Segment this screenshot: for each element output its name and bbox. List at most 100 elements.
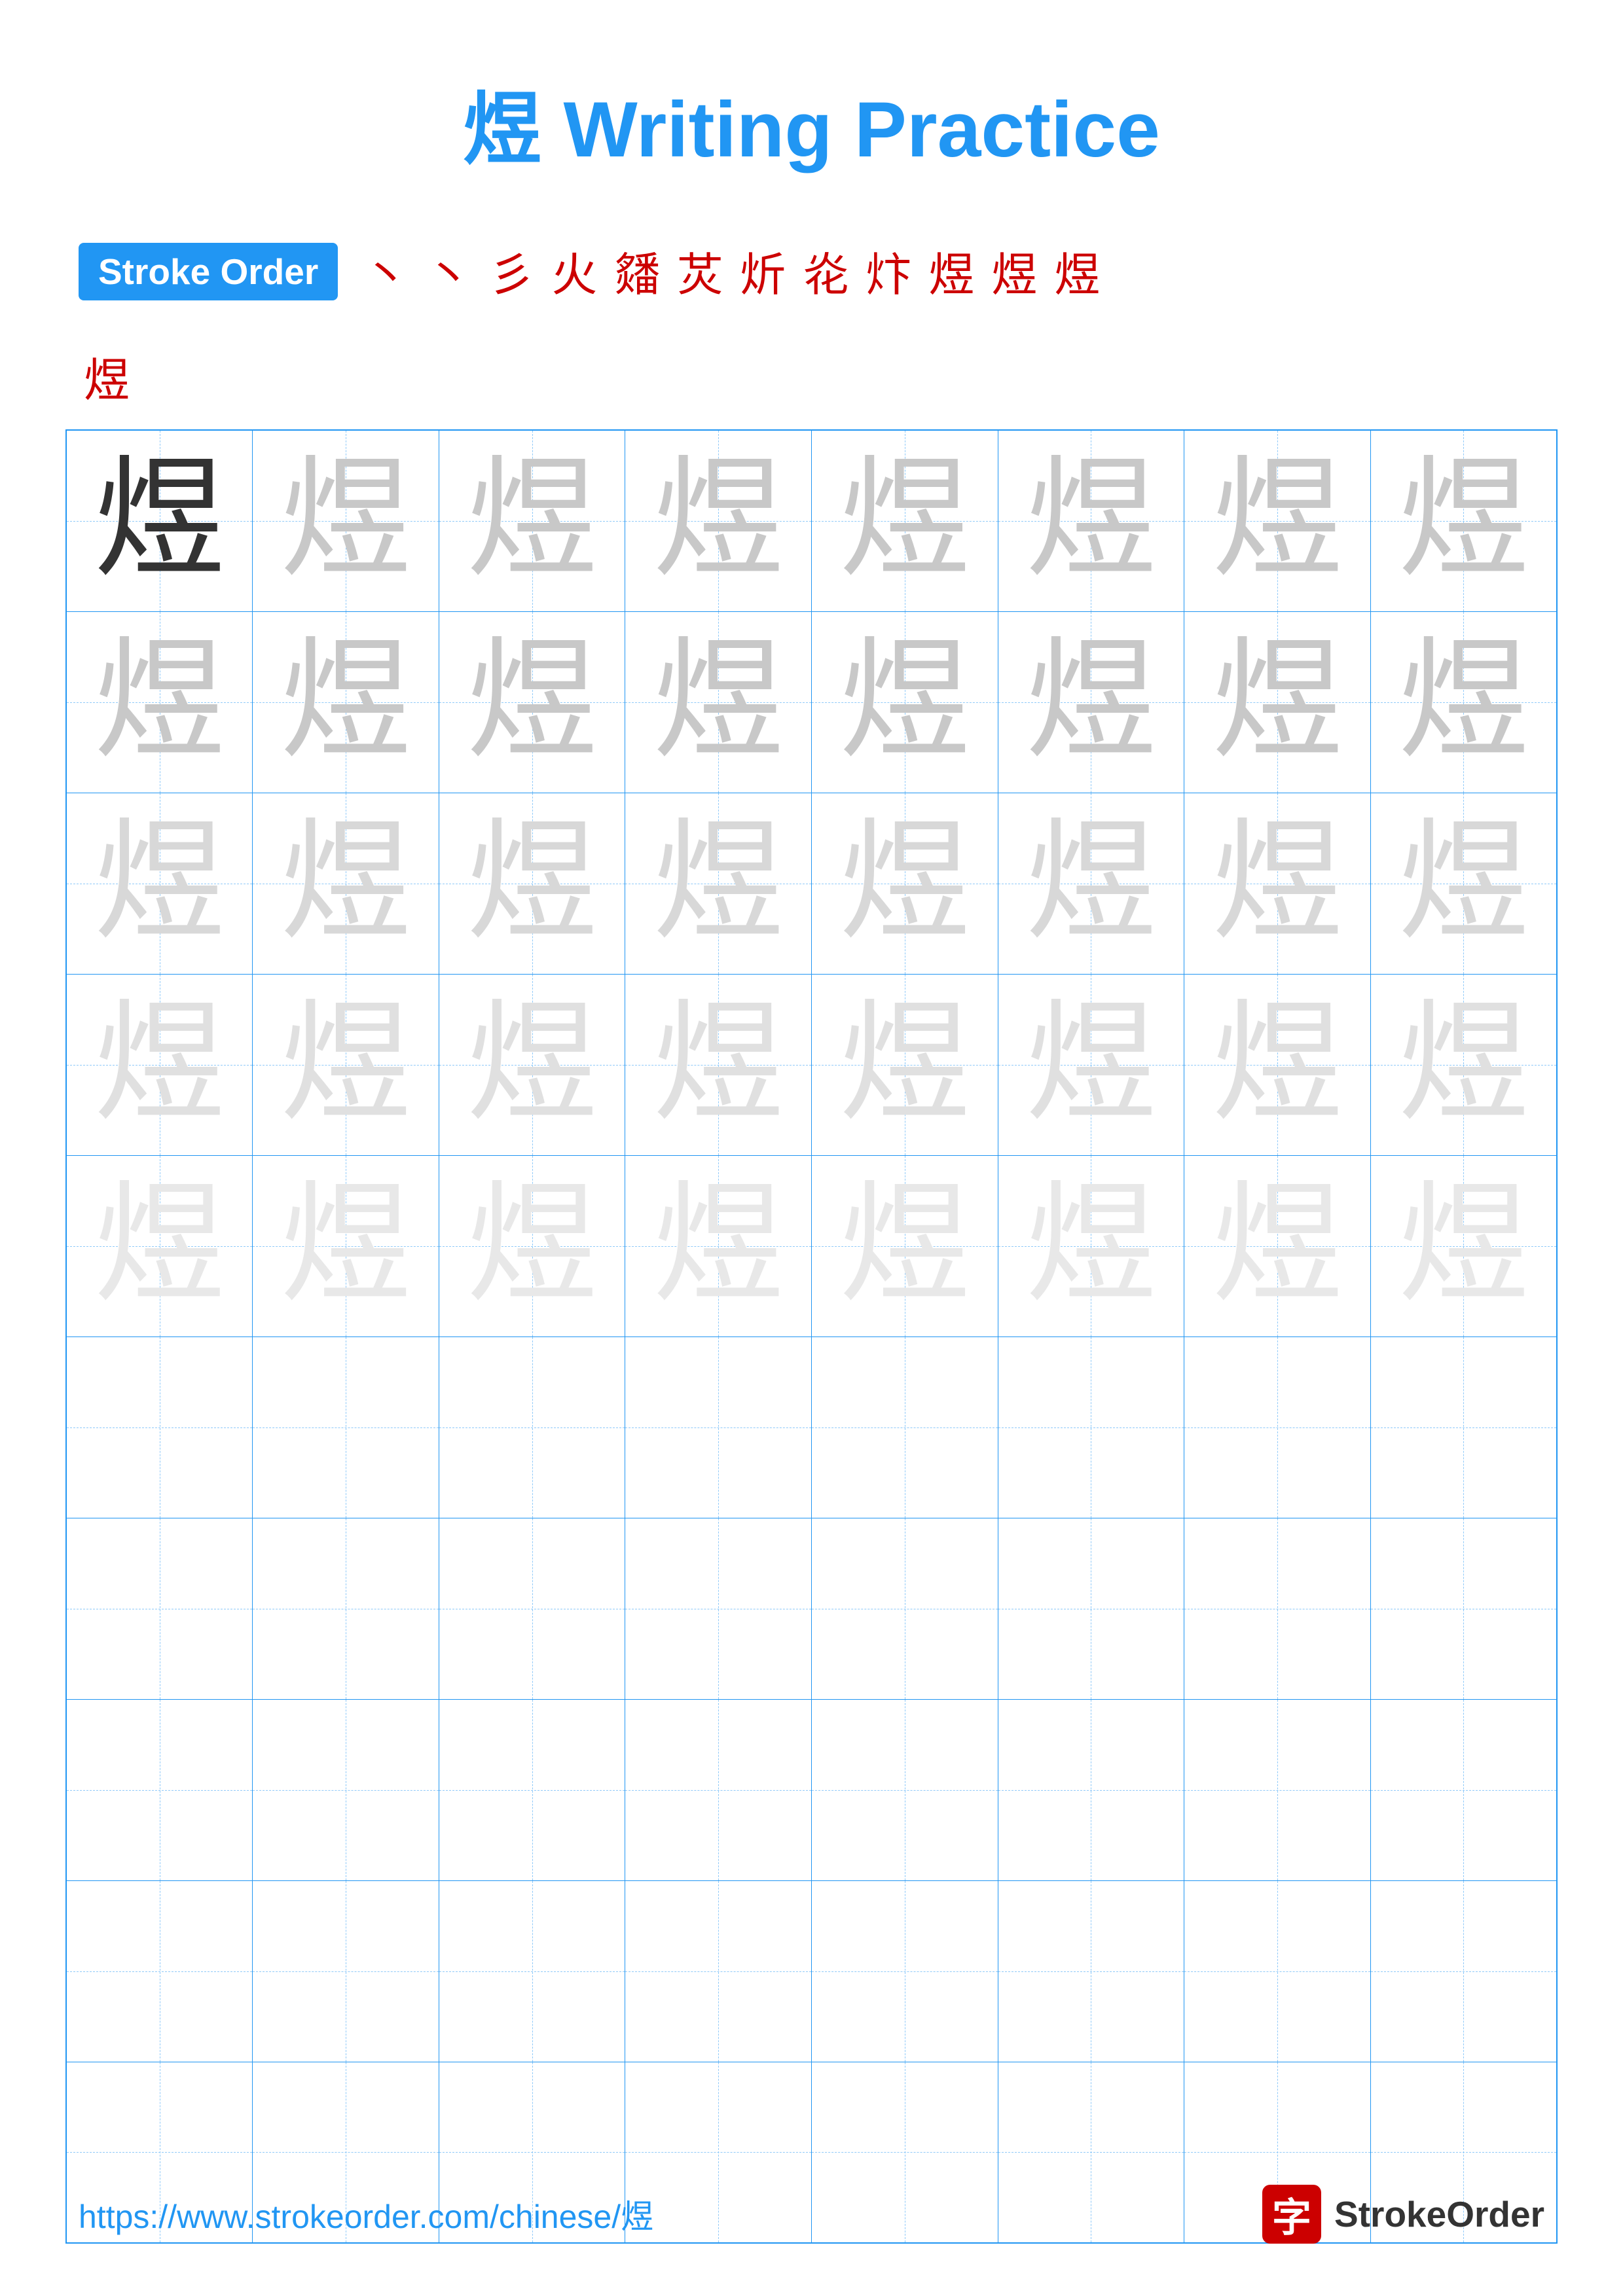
practice-char: 煜	[94, 448, 225, 593]
grid-row-4: 煜 煜 煜 煜 煜 煜 煜 煜	[66, 974, 1557, 1155]
grid-row-5: 煜 煜 煜 煜 煜 煜 煜 煜	[66, 1155, 1557, 1336]
logo-icon: 字	[1262, 2185, 1321, 2244]
grid-cell[interactable]	[1184, 1518, 1371, 1699]
practice-char: 煜	[280, 448, 411, 593]
practice-char: 煜	[1025, 630, 1156, 774]
grid-cell: 煜	[1184, 430, 1371, 611]
grid-cell: 煜	[66, 430, 253, 611]
grid-cell[interactable]	[812, 1699, 998, 1880]
grid-cell[interactable]	[66, 1880, 253, 2062]
grid-cell: 煜	[1370, 430, 1557, 611]
grid-cell[interactable]	[998, 1518, 1184, 1699]
grid-cell[interactable]	[1370, 1336, 1557, 1518]
grid-cell[interactable]	[812, 1880, 998, 2062]
grid-cell[interactable]	[439, 1880, 625, 2062]
grid-cell: 煜	[1370, 1155, 1557, 1336]
grid-cell[interactable]	[812, 1518, 998, 1699]
practice-char: 煜	[467, 811, 598, 956]
stroke-7: 炘	[740, 238, 786, 304]
grid-row-3: 煜 煜 煜 煜 煜 煜 煜 煜	[66, 793, 1557, 974]
grid-cell[interactable]	[625, 1336, 812, 1518]
stroke-order-section: Stroke Order 丶 丶 彡 火 㸋 炗 炘 炛 炞 煜 煜 煜	[0, 219, 1623, 324]
stroke-order-badge: Stroke Order	[79, 243, 338, 300]
grid-cell[interactable]	[625, 1518, 812, 1699]
grid-cell[interactable]	[439, 1336, 625, 1518]
grid-cell[interactable]	[998, 1699, 1184, 1880]
grid-cell[interactable]	[253, 1518, 439, 1699]
practice-char: 煜	[1025, 1174, 1156, 1318]
practice-char: 煜	[653, 992, 784, 1137]
grid-cell[interactable]	[439, 1699, 625, 1880]
grid-cell: 煜	[625, 430, 812, 611]
grid-cell[interactable]	[1184, 1336, 1371, 1518]
grid-cell: 煜	[439, 430, 625, 611]
stroke-9: 炞	[866, 238, 911, 304]
practice-char: 煜	[653, 811, 784, 956]
grid-cell[interactable]	[253, 1699, 439, 1880]
page-title: 煜 Writing Practice	[0, 0, 1623, 219]
grid-cell[interactable]	[1370, 1880, 1557, 2062]
grid-cell: 煜	[625, 611, 812, 793]
grid-cell[interactable]	[1370, 1518, 1557, 1699]
practice-char: 煜	[653, 448, 784, 593]
practice-char: 煜	[1212, 811, 1343, 956]
grid-cell: 煜	[812, 611, 998, 793]
grid-cell: 煜	[998, 974, 1184, 1155]
grid-cell[interactable]	[1184, 1880, 1371, 2062]
footer: https://www.strokeorder.com/chinese/煜 字 …	[79, 2185, 1544, 2244]
grid-row-2: 煜 煜 煜 煜 煜 煜 煜 煜	[66, 611, 1557, 793]
practice-char: 煜	[839, 448, 970, 593]
grid-cell: 煜	[439, 1155, 625, 1336]
stroke-10: 煜	[928, 238, 974, 304]
grid-cell[interactable]	[253, 1336, 439, 1518]
practice-char: 煜	[839, 630, 970, 774]
grid-cell: 煜	[812, 793, 998, 974]
grid-cell: 煜	[998, 793, 1184, 974]
practice-char: 煜	[94, 992, 225, 1137]
grid-cell: 煜	[812, 430, 998, 611]
stroke-11: 煜	[991, 238, 1037, 304]
grid-cell: 煜	[439, 611, 625, 793]
grid-cell: 煜	[1184, 793, 1371, 974]
practice-char: 煜	[1212, 1174, 1343, 1318]
grid-cell[interactable]	[66, 1699, 253, 1880]
logo-text: StrokeOrder	[1334, 2193, 1544, 2235]
grid-cell: 煜	[1184, 1155, 1371, 1336]
grid-cell: 煜	[66, 611, 253, 793]
grid-cell[interactable]	[1184, 1699, 1371, 1880]
grid-cell[interactable]	[812, 1336, 998, 1518]
grid-cell[interactable]	[253, 1880, 439, 2062]
grid-row-1: 煜 煜 煜 煜 煜 煜 煜 煜	[66, 430, 1557, 611]
grid-cell: 煜	[439, 793, 625, 974]
practice-char: 煜	[1025, 448, 1156, 593]
practice-char: 煜	[653, 1174, 784, 1318]
grid-cell[interactable]	[1370, 1699, 1557, 1880]
grid-cell[interactable]	[998, 1880, 1184, 2062]
stroke-4: 火	[551, 238, 597, 304]
practice-char: 煜	[1398, 1174, 1529, 1318]
grid-cell[interactable]	[439, 1518, 625, 1699]
practice-char: 煜	[1398, 811, 1529, 956]
practice-char: 煜	[653, 630, 784, 774]
stroke-sequence: 丶 丶 彡 火 㸋 炗 炘 炛 炞 煜 煜 煜	[357, 238, 1105, 304]
title-suffix: Writing Practice	[541, 86, 1160, 173]
grid-cell[interactable]	[625, 1699, 812, 1880]
practice-char: 煜	[467, 992, 598, 1137]
footer-url[interactable]: https://www.strokeorder.com/chinese/煜	[79, 2191, 653, 2238]
grid-cell[interactable]	[66, 1336, 253, 1518]
stroke-2: 丶	[426, 238, 471, 304]
grid-cell[interactable]	[625, 1880, 812, 2062]
grid-cell[interactable]	[66, 1518, 253, 1699]
grid-cell: 煜	[998, 1155, 1184, 1336]
grid-cell: 煜	[812, 1155, 998, 1336]
stroke-1: 丶	[363, 238, 409, 304]
practice-char: 煜	[467, 448, 598, 593]
grid-cell: 煜	[998, 430, 1184, 611]
practice-char: 煜	[1025, 811, 1156, 956]
practice-char: 煜	[1398, 448, 1529, 593]
stroke-8: 炛	[803, 238, 848, 304]
practice-char: 煜	[1212, 630, 1343, 774]
grid-cell[interactable]	[998, 1336, 1184, 1518]
practice-char: 煜	[280, 1174, 411, 1318]
grid-cell: 煜	[253, 1155, 439, 1336]
